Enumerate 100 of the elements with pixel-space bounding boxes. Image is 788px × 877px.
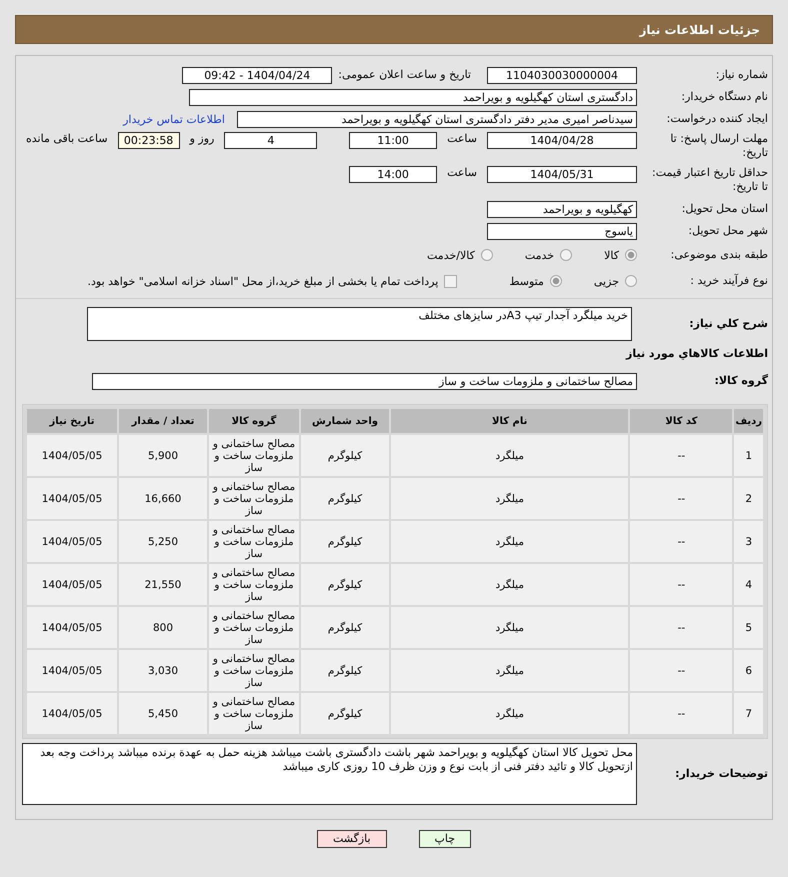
- text-field[interactable]: 00:23:58: [118, 132, 180, 149]
- field-label: توضیحات خریدار:: [674, 767, 768, 781]
- table-cell: 1404/05/05: [27, 435, 117, 476]
- text-field[interactable]: 4: [224, 132, 318, 149]
- field-label: روز و: [190, 132, 214, 146]
- column-header: تعداد / مقدار: [119, 409, 207, 433]
- table-cell: 2: [734, 478, 763, 519]
- back-button[interactable]: بازگشت: [316, 830, 387, 848]
- table-cell: مصالح ساختمانی و ملزومات ساخت و ساز: [209, 435, 299, 476]
- field-label: شرح کلي نياز:: [688, 317, 768, 331]
- table-cell: --: [630, 435, 732, 476]
- column-header: تاریخ نیاز: [27, 409, 117, 433]
- field-label: ساعت: [447, 166, 477, 180]
- table-cell: کیلوگرم: [301, 564, 389, 605]
- print-button[interactable]: چاپ: [418, 830, 472, 848]
- text-field[interactable]: 1104030030000004: [487, 66, 637, 84]
- radio-button[interactable]: [625, 275, 637, 287]
- radio-button[interactable]: [480, 249, 493, 261]
- table-cell: --: [630, 650, 732, 691]
- column-header: ردیف: [734, 409, 763, 433]
- column-header: واحد شمارش: [301, 409, 389, 433]
- table-cell: مصالح ساختمانی و ملزومات ساخت و ساز: [209, 650, 299, 691]
- table-cell: 16,660: [119, 478, 207, 519]
- table-cell: میلگرد: [391, 650, 628, 691]
- field-label: گروه کالا:: [713, 374, 768, 388]
- table-cell: کیلوگرم: [301, 521, 389, 562]
- table-cell: کیلوگرم: [301, 478, 389, 519]
- field-label: نوع فرآیند خرید :: [689, 274, 768, 288]
- table-cell: میلگرد: [391, 521, 628, 562]
- text-field[interactable]: 1404/04/24 - 09:42: [182, 66, 332, 84]
- table-cell: 5: [734, 607, 763, 648]
- text-field[interactable]: یاسوج: [487, 222, 637, 240]
- table-cell: میلگرد: [391, 564, 628, 605]
- field-label: مهلت ارسال پاسخ: تا تاریخ:: [669, 132, 768, 160]
- page-title: جزئیات اطلاعات نیاز: [639, 22, 760, 36]
- table-cell: 5,250: [119, 521, 207, 562]
- table-cell: --: [630, 521, 732, 562]
- table-cell: 1404/05/05: [27, 564, 117, 605]
- table-cell: کیلوگرم: [301, 435, 389, 476]
- table-cell: میلگرد: [391, 693, 628, 734]
- text-field[interactable]: دادگستری استان کهگیلویه و بویراحمد: [189, 88, 637, 106]
- table-cell: 6: [734, 650, 763, 691]
- table-cell: مصالح ساختمانی و ملزومات ساخت و ساز: [209, 693, 299, 734]
- field-label: استان محل تحویل:: [680, 202, 768, 216]
- table-cell: 5,450: [119, 693, 207, 734]
- table-cell: 1404/05/05: [27, 607, 117, 648]
- column-header: گروه کالا: [209, 409, 299, 433]
- table-cell: 1404/05/05: [27, 521, 117, 562]
- table-cell: 21,550: [119, 564, 207, 605]
- option-label: متوسط: [509, 274, 544, 288]
- checkbox[interactable]: [444, 274, 458, 288]
- text-field[interactable]: 1404/05/31: [487, 166, 637, 183]
- table-cell: کیلوگرم: [301, 693, 389, 734]
- table-cell: مصالح ساختمانی و ملزومات ساخت و ساز: [209, 607, 299, 648]
- text-field[interactable]: 1404/04/28: [487, 132, 637, 149]
- table-cell: 3: [734, 521, 763, 562]
- column-header: نام کالا: [391, 409, 628, 433]
- table-cell: 800: [119, 607, 207, 648]
- field-label: حداقل تاریخ اعتبار قیمت: تا تاریخ:: [651, 166, 768, 194]
- text-field[interactable]: سیدناصر امیری مدیر دفتر دادگستری استان کهگیلویه و بویراحمد: [237, 110, 637, 128]
- field-label: ایجاد کننده درخواست:: [666, 112, 768, 126]
- table-cell: میلگرد: [391, 435, 628, 476]
- table-cell: میلگرد: [391, 478, 628, 519]
- table-cell: --: [630, 564, 732, 605]
- text-field[interactable]: 14:00: [349, 166, 438, 183]
- table-cell: --: [630, 478, 732, 519]
- table-cell: --: [630, 693, 732, 734]
- option-label: خدمت: [524, 248, 554, 262]
- table-cell: مصالح ساختمانی و ملزومات ساخت و ساز: [209, 564, 299, 605]
- table-cell: 3,030: [119, 650, 207, 691]
- table-cell: 7: [734, 693, 763, 734]
- table-cell: مصالح ساختمانی و ملزومات ساخت و ساز: [209, 521, 299, 562]
- radio-button[interactable]: [625, 249, 637, 261]
- field-label: شماره نیاز:: [714, 68, 768, 82]
- text-field[interactable]: مصالح ساختمانی و ملزومات ساخت و ساز: [92, 372, 637, 390]
- table-cell: میلگرد: [391, 607, 628, 648]
- text-field[interactable]: کهگیلویه و بویراحمد: [487, 200, 637, 218]
- checkbox-label: پرداخت تمام یا بخشی از مبلغ خرید،از محل "اسناد خزانه اسلامی" خواهد بود.: [88, 274, 438, 288]
- option-label: جزیی: [594, 274, 619, 288]
- text-field[interactable]: محل تحویل کالا استان کهگیلویه و بویراحمد شهر باشت دادگستری باشت میباشد هزینه حمل به عهدة برنده میباشد پرداخت وجه بعد ازتحویل کالا و تائید دفتر فنی از بابت نوع و وزن ظرف 10 روزی کاری میباشد: [22, 743, 637, 805]
- text-field[interactable]: خرید میلگرد آجدار تیپ A3در سایزهای مختلف: [87, 307, 632, 341]
- text-field[interactable]: 11:00: [349, 132, 438, 149]
- table-cell: 5,900: [119, 435, 207, 476]
- option-label: کالا: [604, 248, 619, 262]
- contact-link[interactable]: اطلاعات تماس خریدار: [123, 112, 225, 126]
- table-cell: 1: [734, 435, 763, 476]
- field-label: شهر محل تحویل:: [687, 224, 768, 238]
- table-cell: کیلوگرم: [301, 607, 389, 648]
- field-label: ساعت باقی مانده: [26, 132, 108, 146]
- section-heading: اطلاعات کالاهاي مورد نياز: [624, 347, 768, 360]
- table-cell: مصالح ساختمانی و ملزومات ساخت و ساز: [209, 478, 299, 519]
- table-cell: 1404/05/05: [27, 650, 117, 691]
- field-label: تاریخ و ساعت اعلان عمومی:: [338, 68, 471, 82]
- radio-button[interactable]: [550, 275, 562, 287]
- table-cell: 4: [734, 564, 763, 605]
- option-label: کالا/خدمت: [427, 248, 475, 262]
- column-header: کد کالا: [630, 409, 732, 433]
- radio-button[interactable]: [560, 249, 572, 261]
- table-cell: 1404/05/05: [27, 693, 117, 734]
- table-cell: کیلوگرم: [301, 650, 389, 691]
